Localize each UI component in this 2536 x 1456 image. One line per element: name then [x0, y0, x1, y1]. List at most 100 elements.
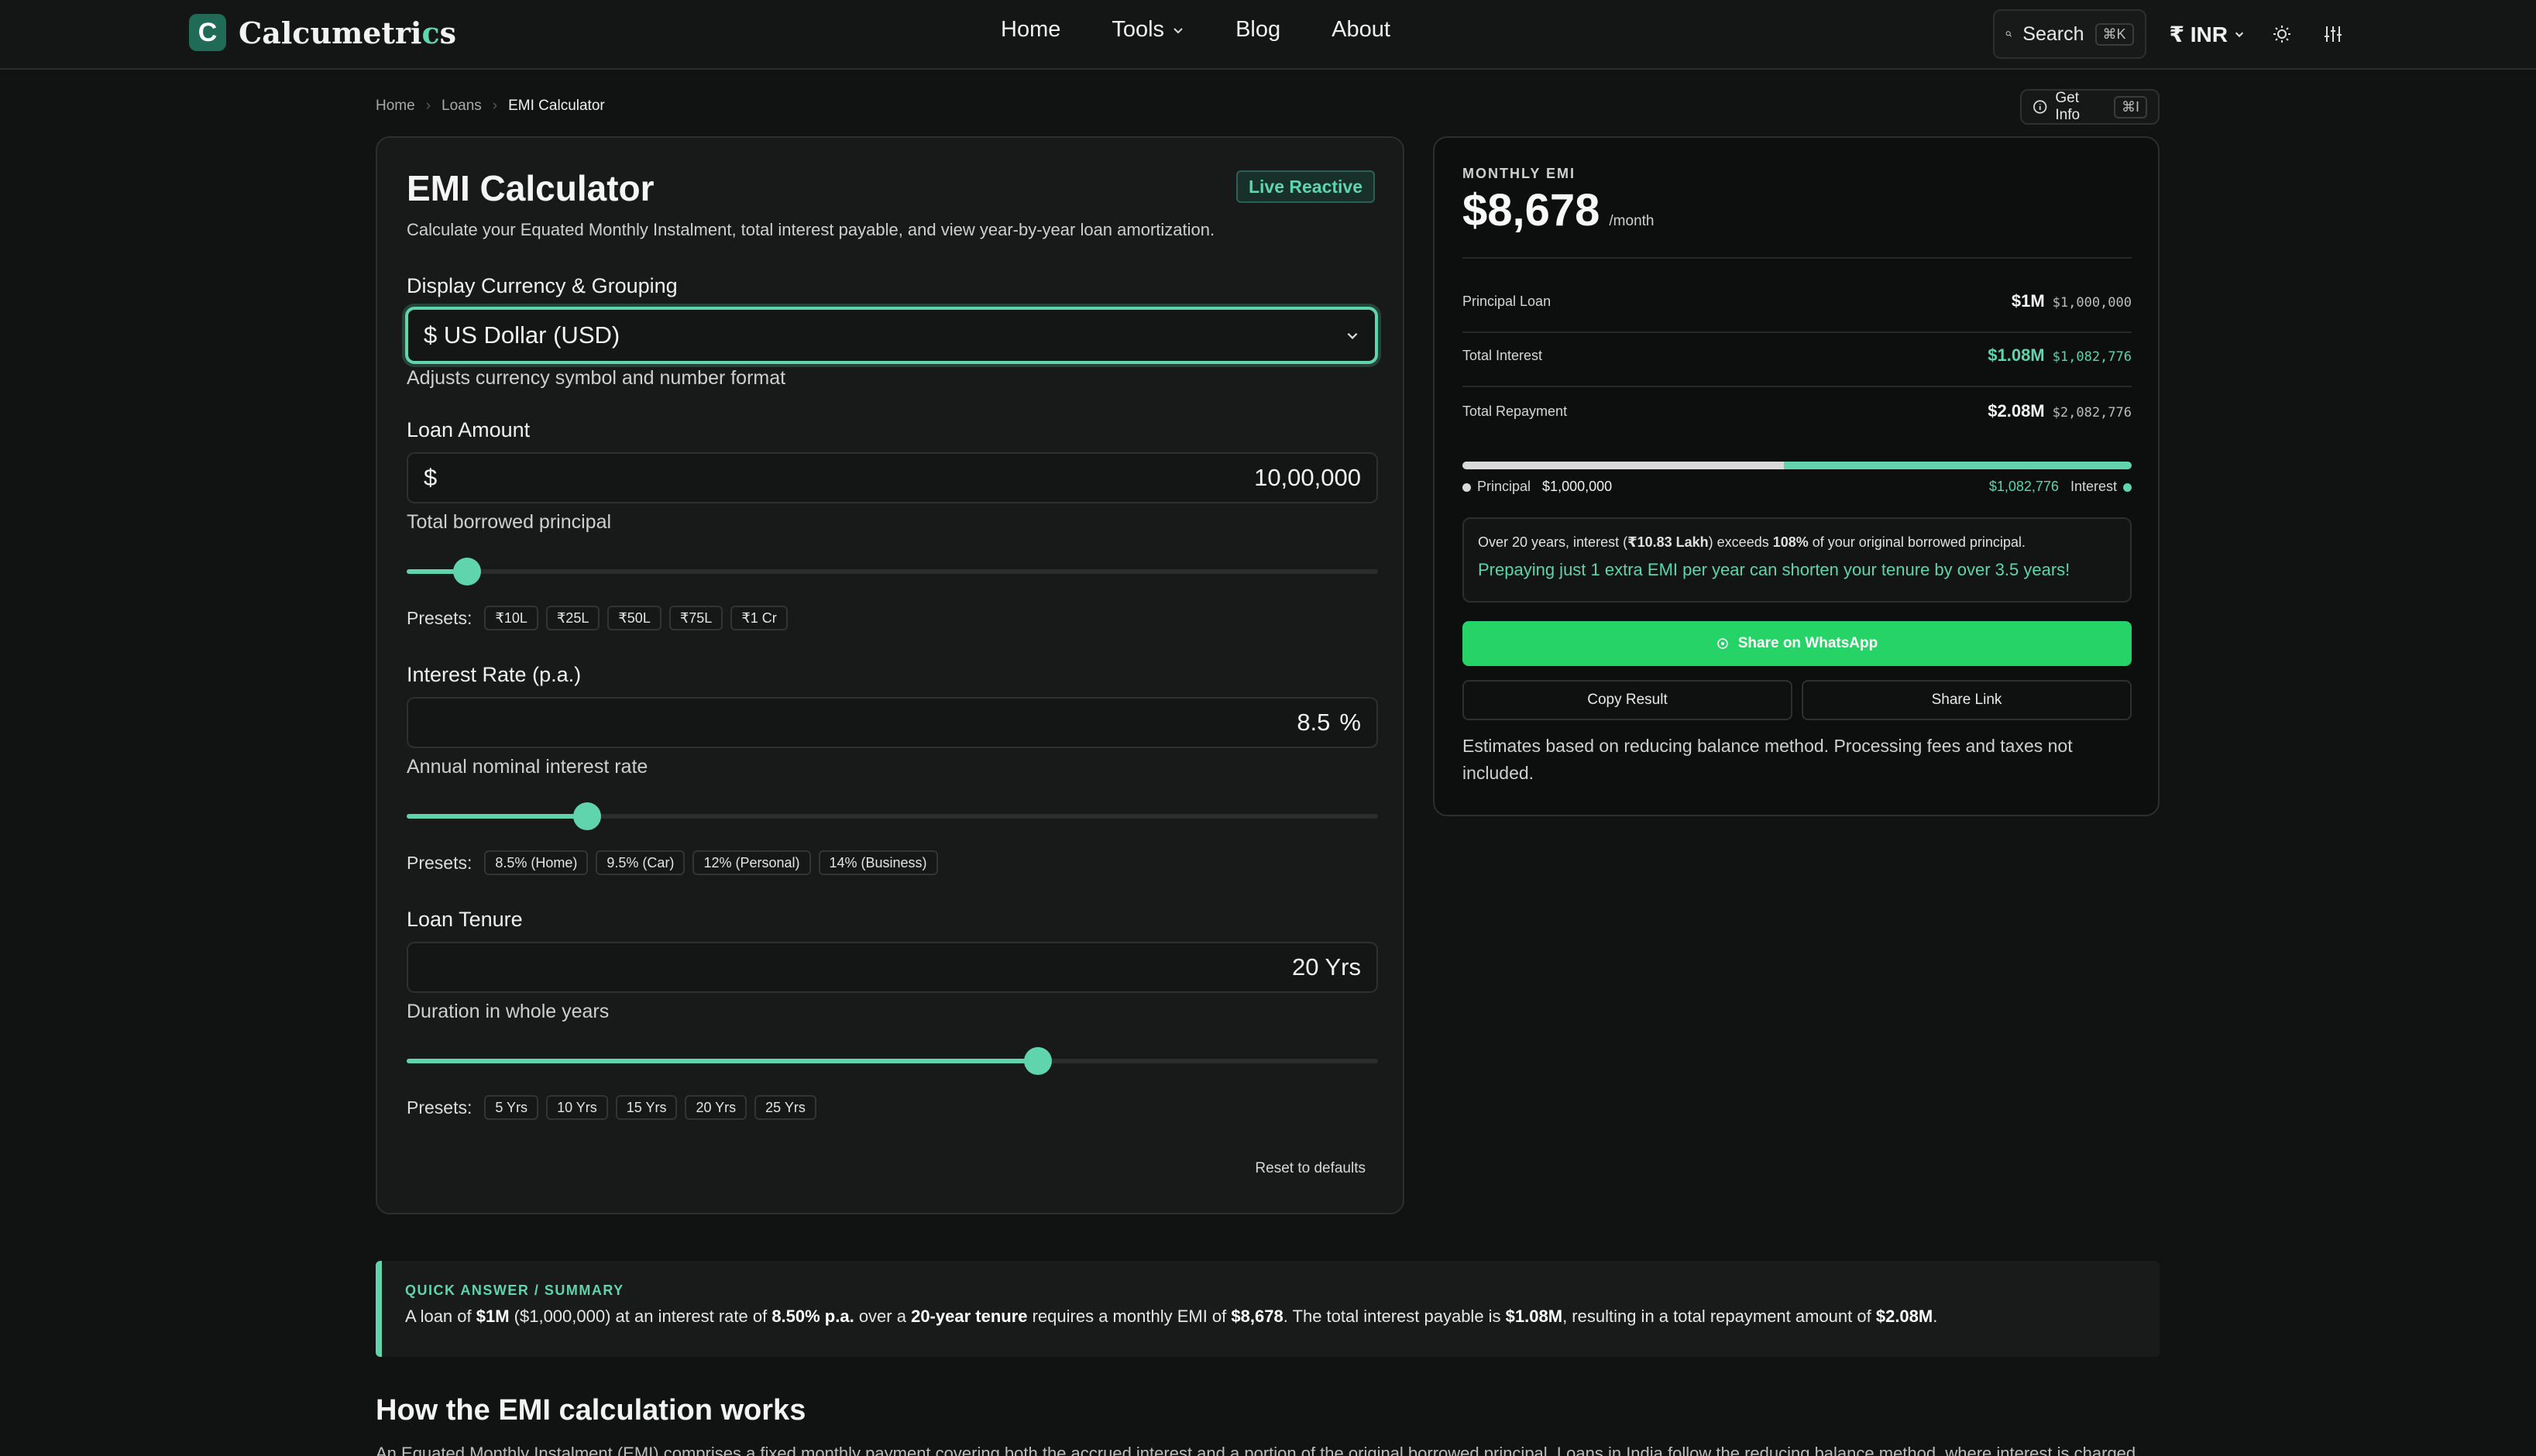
insight-post: of your original borrowed principal. [1808, 534, 2026, 550]
interest-rate-value: 8.5 [1297, 709, 1331, 736]
how-it-works-heading: How the EMI calculation works [376, 1394, 806, 1427]
principal-label: Principal Loan [1462, 293, 1551, 309]
nav-home[interactable]: Home [1001, 17, 1060, 43]
principal-short: $1M [2011, 291, 2045, 311]
total-interest-row: Total Interest $1.08M $1,082,776 [1462, 345, 2132, 366]
total-repayment-label: Total Repayment [1462, 403, 1568, 419]
legend-principal-label: Principal [1477, 479, 1531, 494]
get-info-shortcut: ⌘I [2113, 95, 2147, 118]
loan-amount-presets: Presets: ₹10L ₹25L ₹50L ₹75L ₹1 Cr [407, 606, 788, 630]
slider-fill [407, 1059, 1039, 1063]
loan-amount-slider[interactable] [407, 556, 1378, 587]
total-interest-short: $1.08M [1988, 345, 2045, 365]
legend-principal: Principal $1,000,000 [1462, 479, 1612, 495]
preset-20-yrs[interactable]: 20 Yrs [685, 1095, 747, 1120]
qa-b3: 20-year tenure [911, 1307, 1028, 1326]
preset-1cr[interactable]: ₹1 Cr [730, 606, 788, 630]
interest-rate-slider[interactable] [407, 801, 1378, 832]
nav-blog[interactable]: Blog [1235, 17, 1280, 43]
loan-amount-help: Total borrowed principal [407, 511, 612, 533]
tenure-help: Duration in whole years [407, 1001, 610, 1022]
preset-15-yrs[interactable]: 15 Yrs [615, 1095, 678, 1120]
calculator-card: EMI Calculator Live Reactive Calculate y… [376, 136, 1404, 1214]
principal-full: $1,000,000 [2052, 295, 2132, 311]
qa-t5: . The total interest payable is [1283, 1307, 1506, 1326]
preset-5-yrs[interactable]: 5 Yrs [484, 1095, 539, 1120]
interest-bar-segment [1783, 462, 2132, 469]
legend-interest-value: $1,082,776 [1988, 479, 2059, 494]
preset-10l[interactable]: ₹10L [484, 606, 538, 630]
breadcrumb-home[interactable]: Home [376, 98, 415, 115]
sliders-icon [2325, 26, 2342, 42]
preset-10-yrs[interactable]: 10 Yrs [546, 1095, 608, 1120]
qa-b6: $2.08M [1875, 1307, 1933, 1326]
search-button[interactable]: Search ⌘K [1992, 9, 2146, 59]
monthly-emi-label: MONTHLY EMI [1462, 166, 1576, 181]
slider-fill [407, 814, 588, 819]
page-title: EMI Calculator [407, 168, 655, 208]
nav-tools[interactable]: Tools [1112, 17, 1184, 43]
insight-pre: Over 20 years, interest ( [1478, 534, 1628, 550]
slider-thumb[interactable] [573, 802, 602, 830]
legend-principal-value: $1,000,000 [1542, 479, 1613, 494]
preset-business-rate[interactable]: 14% (Business) [818, 850, 938, 875]
nav-about[interactable]: About [1332, 17, 1390, 43]
share-link-button[interactable]: Share Link [1802, 680, 2132, 720]
get-info-label: Get Info [2055, 90, 2081, 123]
tenure-slider[interactable] [407, 1046, 1378, 1077]
settings-button[interactable] [2319, 20, 2347, 48]
legend-interest-label: Interest [2070, 479, 2117, 494]
preset-50l[interactable]: ₹50L [607, 606, 661, 630]
currency-select[interactable]: $ US Dollar (USD) [405, 307, 1378, 364]
search-icon [2005, 31, 2012, 37]
loan-amount-label: Loan Amount [407, 418, 531, 441]
bar-legend: Principal $1,000,000 $1,082,776 Interest [1462, 479, 2132, 495]
breadcrumb-current: EMI Calculator [508, 98, 605, 114]
qa-b2: 8.50% p.a. [771, 1307, 854, 1326]
qa-b4: $8,678 [1231, 1307, 1283, 1326]
legend-interest: $1,082,776 Interest [1989, 479, 2132, 495]
calculator-subtitle: Calculate your Equated Monthly Instalmen… [407, 220, 1215, 239]
breadcrumb-loans[interactable]: Loans [442, 98, 482, 115]
tenure-input[interactable]: 20 Yrs [407, 942, 1378, 993]
slider-track [407, 569, 1378, 574]
chevron-down-icon [1347, 332, 1358, 339]
insight-text: Over 20 years, interest (₹10.83 Lakh) ex… [1478, 533, 2116, 552]
brand-name: Calcumetrics [239, 15, 457, 50]
share-whatsapp-button[interactable]: Share on WhatsApp [1462, 621, 2132, 666]
currency-select-value: $ US Dollar (USD) [424, 321, 620, 349]
insight-pct: 108% [1772, 534, 1809, 550]
preset-25l[interactable]: ₹25L [545, 606, 600, 630]
copy-result-button[interactable]: Copy Result [1462, 680, 1792, 720]
interest-rate-help: Annual nominal interest rate [407, 756, 648, 778]
loan-amount-input[interactable]: $ 10,00,000 [407, 452, 1378, 503]
presets-label: Presets: [407, 607, 472, 628]
whatsapp-icon [1716, 638, 1728, 649]
reset-defaults-button[interactable]: Reset to defaults [1255, 1160, 1366, 1177]
info-icon [2033, 100, 2047, 114]
slider-thumb[interactable] [1024, 1047, 1053, 1075]
currency-field-label: Display Currency & Grouping [407, 274, 678, 297]
preset-75l[interactable]: ₹75L [668, 606, 723, 630]
search-shortcut: ⌘K [2094, 22, 2134, 46]
preset-25-yrs[interactable]: 25 Yrs [754, 1095, 816, 1120]
total-repayment-value: $2.08M $2,082,776 [1988, 401, 2132, 421]
divider [1462, 331, 2132, 333]
logo[interactable]: C Calcumetrics [189, 14, 456, 51]
get-info-button[interactable]: Get Info ⌘I [2020, 89, 2160, 125]
preset-home-rate[interactable]: 8.5% (Home) [484, 850, 589, 875]
slider-thumb[interactable] [452, 558, 481, 585]
divider [1462, 386, 2132, 387]
total-interest-full: $1,082,776 [2052, 349, 2132, 365]
preset-personal-rate[interactable]: 12% (Personal) [692, 850, 811, 875]
breadcrumb-separator: › [425, 98, 431, 114]
divider [1462, 257, 2132, 259]
theme-toggle[interactable] [2268, 20, 2296, 48]
chevron-down-icon [2235, 32, 2244, 38]
preset-car-rate[interactable]: 9.5% (Car) [596, 850, 686, 875]
interest-rate-input[interactable]: 8.5 % [407, 697, 1378, 748]
monthly-emi-value: $8,678 /month [1462, 184, 2132, 236]
currency-switcher[interactable]: ₹ INR [2170, 22, 2245, 47]
breadcrumb: Home › Loans › EMI Calculator [376, 98, 605, 115]
qa-b1: $1M [476, 1307, 510, 1326]
